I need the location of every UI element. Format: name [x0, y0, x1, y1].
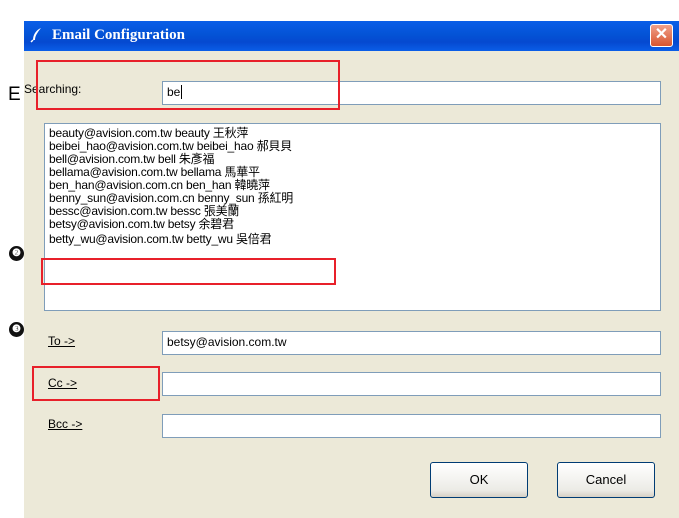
close-button[interactable]: ✕ [650, 24, 673, 47]
bcc-field[interactable] [162, 414, 661, 438]
window-title: Email Configuration [52, 27, 185, 43]
ok-button[interactable]: OK [430, 462, 528, 498]
cc-field[interactable] [162, 372, 661, 396]
bcc-button[interactable]: Bcc -> [48, 417, 82, 431]
feather-icon [30, 28, 41, 43]
annotation-letter: E [8, 84, 21, 105]
cancel-button[interactable]: Cancel [557, 462, 655, 498]
annotation-marker-2: ❷ [9, 246, 24, 261]
highlight-box-search [36, 60, 340, 110]
highlight-box-selected-result [41, 258, 336, 285]
title-bar[interactable]: Email Configuration ✕ [24, 21, 679, 51]
list-item[interactable]: betsy@avision.com.tw betsy 余碧君 [49, 218, 656, 231]
to-field[interactable]: betsy@avision.com.tw [162, 331, 661, 355]
highlight-box-cc [32, 366, 160, 401]
to-field-value: betsy@avision.com.tw [167, 335, 287, 349]
to-button[interactable]: To -> [48, 334, 75, 348]
annotation-marker-3: ❸ [9, 322, 24, 337]
list-item[interactable]: betty_wu@avision.com.tw betty_wu 吳倍君 [49, 233, 656, 246]
